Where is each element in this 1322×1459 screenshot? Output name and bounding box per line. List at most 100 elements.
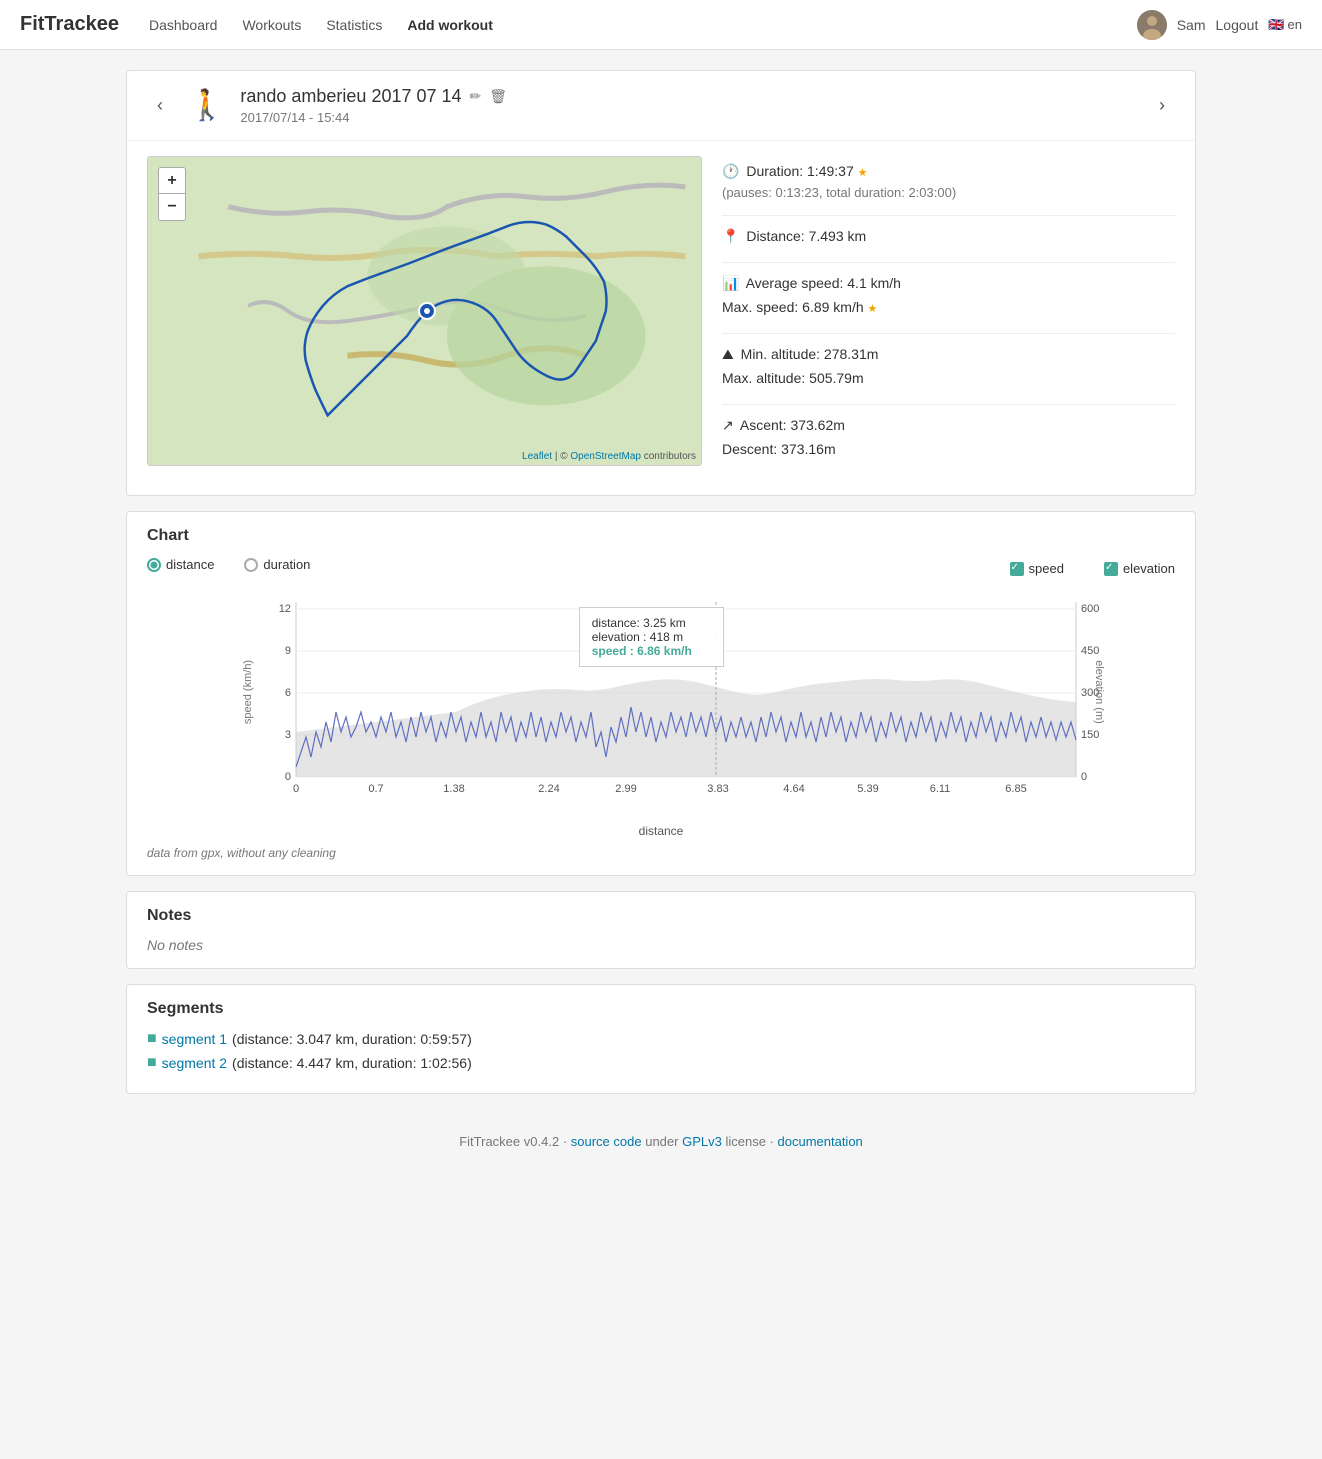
footer: FitTrackee v0.4.2 · source code under GP… <box>0 1114 1322 1169</box>
nav-statistics[interactable]: Statistics <box>316 12 392 38</box>
segments-title: Segments <box>147 1000 1175 1018</box>
elevation-group: ↗ Ascent: 373.62m Descent: 373.16m <box>722 415 1175 460</box>
avg-speed-line: 📊 Average speed: 4.1 km/h <box>722 273 1175 294</box>
star-icon-duration: ★ <box>858 167 868 179</box>
max-alt-line: Max. altitude: 505.79m <box>722 368 1175 389</box>
duration-radio-label: duration <box>263 557 310 572</box>
nav-dashboard[interactable]: Dashboard <box>139 12 228 38</box>
elevation-checkbox[interactable] <box>1104 562 1118 576</box>
distance-radio[interactable] <box>147 558 161 572</box>
chart-svg: 0 3 6 9 12 0 150 300 450 600 0 0.7 1.38 … <box>147 592 1175 812</box>
ascent-line: ↗ Ascent: 373.62m <box>722 415 1175 436</box>
svg-text:4.64: 4.64 <box>783 783 804 795</box>
map-container[interactable]: + − Leaflet | © OpenStreetMap contributo… <box>147 156 702 466</box>
svg-text:9: 9 <box>285 645 291 657</box>
nav-add-workout[interactable]: Add workout <box>397 12 503 38</box>
workout-header: ‹ 🚶 rando amberieu 2017 07 14 ✏ 🗑 2017/0… <box>127 71 1195 141</box>
duration-radio[interactable] <box>244 558 258 572</box>
documentation-link[interactable]: documentation <box>778 1134 863 1149</box>
map-zoom-controls[interactable]: + − <box>158 167 186 221</box>
altitude-group: ⛰ Min. altitude: 278.31m Max. altitude: … <box>722 344 1175 389</box>
min-alt-label: Min. altitude: 278.31m <box>741 346 879 362</box>
map-attribution: Leaflet | © OpenStreetMap contributors <box>522 451 696 462</box>
brand-logo[interactable]: FitTrackee <box>20 13 119 36</box>
segment-2-link[interactable]: segment 2 <box>162 1055 227 1071</box>
chart-area: 0 3 6 9 12 0 150 300 450 600 0 0.7 1.38 … <box>147 592 1175 822</box>
prev-workout-button[interactable]: ‹ <box>147 90 173 121</box>
navbar-right: Sam Logout 🇬🇧 en <box>1137 10 1302 40</box>
ascent-label: Ascent: 373.62m <box>740 417 845 433</box>
elevation-checkbox-label: elevation <box>1123 561 1175 576</box>
svg-text:0: 0 <box>285 771 291 783</box>
speed-checkbox-label: speed <box>1029 561 1064 576</box>
divider-2 <box>722 262 1175 263</box>
clock-icon: 🕐 <box>722 163 739 179</box>
zoom-in-button[interactable]: + <box>159 168 185 194</box>
workout-date: 2017/07/14 - 15:44 <box>240 110 1149 125</box>
workout-type-icon: 🚶 <box>188 88 225 123</box>
svg-text:6: 6 <box>285 687 291 699</box>
descent-label: Descent: 373.16m <box>722 441 836 457</box>
elevation-checkbox-group[interactable]: elevation <box>1104 561 1175 576</box>
speed-checkbox-group[interactable]: speed <box>1010 561 1064 576</box>
distance-group: 📍 Distance: 7.493 km <box>722 226 1175 247</box>
svg-text:600: 600 <box>1081 603 1099 615</box>
nav-username[interactable]: Sam <box>1177 17 1206 33</box>
svg-text:3.83: 3.83 <box>707 783 728 795</box>
nav-links: Dashboard Workouts Statistics Add workou… <box>139 12 1137 38</box>
descent-line: Descent: 373.16m <box>722 439 1175 460</box>
duration-radio-group[interactable]: duration <box>244 557 310 572</box>
nav-logout[interactable]: Logout <box>1216 17 1259 33</box>
contributors-text: contributors <box>644 451 696 462</box>
main-container: ‹ 🚶 rando amberieu 2017 07 14 ✏ 🗑 2017/0… <box>111 70 1211 1094</box>
chart-controls: distance duration <box>147 557 310 572</box>
altitude-icon: ⛰ <box>722 346 734 362</box>
edit-icon[interactable]: ✏ <box>470 88 482 105</box>
map-placeholder: + − Leaflet | © OpenStreetMap contributo… <box>148 157 701 465</box>
workout-title: rando amberieu 2017 07 14 ✏ 🗑 <box>240 86 1149 107</box>
nav-workouts[interactable]: Workouts <box>232 12 311 38</box>
next-workout-button[interactable]: › <box>1149 90 1175 121</box>
map-svg <box>148 157 701 465</box>
source-code-link[interactable]: source code <box>571 1134 642 1149</box>
svg-text:5.39: 5.39 <box>857 783 878 795</box>
delete-icon[interactable]: 🗑 <box>489 88 507 105</box>
notes-section: Notes No notes <box>126 891 1196 969</box>
segment-bullet-2: ■ <box>147 1054 157 1072</box>
distance-radio-group[interactable]: distance <box>147 557 214 572</box>
osm-link[interactable]: OpenStreetMap <box>570 451 641 462</box>
divider-4 <box>722 404 1175 405</box>
zoom-out-button[interactable]: − <box>159 194 185 220</box>
chart-note: data from gpx, without any cleaning <box>147 846 1175 860</box>
segment-2-detail: (distance: 4.447 km, duration: 1:02:56) <box>232 1055 472 1071</box>
workout-card: ‹ 🚶 rando amberieu 2017 07 14 ✏ 🗑 2017/0… <box>126 70 1196 496</box>
segment-bullet-1: ■ <box>147 1030 157 1048</box>
notes-content: No notes <box>147 937 1175 953</box>
flag-icon: 🇬🇧 <box>1268 17 1284 33</box>
svg-text:450: 450 <box>1081 645 1099 657</box>
lang-selector[interactable]: 🇬🇧 en <box>1268 17 1302 33</box>
svg-text:6.11: 6.11 <box>930 783 951 795</box>
segments-section: Segments ■ segment 1 (distance: 3.047 km… <box>126 984 1196 1094</box>
svg-text:2.99: 2.99 <box>615 783 636 795</box>
segment-1-link[interactable]: segment 1 <box>162 1031 227 1047</box>
segment-item-2: ■ segment 2 (distance: 4.447 km, duratio… <box>147 1054 1175 1072</box>
footer-version: v0.4.2 <box>524 1134 559 1149</box>
svg-text:speed (km/h): speed (km/h) <box>242 660 254 724</box>
chart-section: Chart distance duration speed eleva <box>126 511 1196 876</box>
ascent-icon: ↗ <box>722 417 734 433</box>
svg-text:elevation (m): elevation (m) <box>1093 660 1105 724</box>
distance-line: 📍 Distance: 7.493 km <box>722 226 1175 247</box>
stats-panel: 🕐 Duration: 1:49:37 ★ (pauses: 0:13:23, … <box>722 156 1175 480</box>
speed-checkbox[interactable] <box>1010 562 1024 576</box>
avatar <box>1137 10 1167 40</box>
segment-1-detail: (distance: 3.047 km, duration: 0:59:57) <box>232 1031 472 1047</box>
svg-text:150: 150 <box>1081 729 1099 741</box>
x-axis-label: distance <box>147 824 1175 838</box>
lang-code: en <box>1288 17 1302 32</box>
max-speed-label: Max. speed: 6.89 km/h <box>722 299 864 315</box>
license-link[interactable]: GPLv3 <box>682 1134 722 1149</box>
chart-title: Chart <box>147 527 1175 545</box>
navbar: FitTrackee Dashboard Workouts Statistics… <box>0 0 1322 50</box>
leaflet-link[interactable]: Leaflet <box>522 451 552 462</box>
